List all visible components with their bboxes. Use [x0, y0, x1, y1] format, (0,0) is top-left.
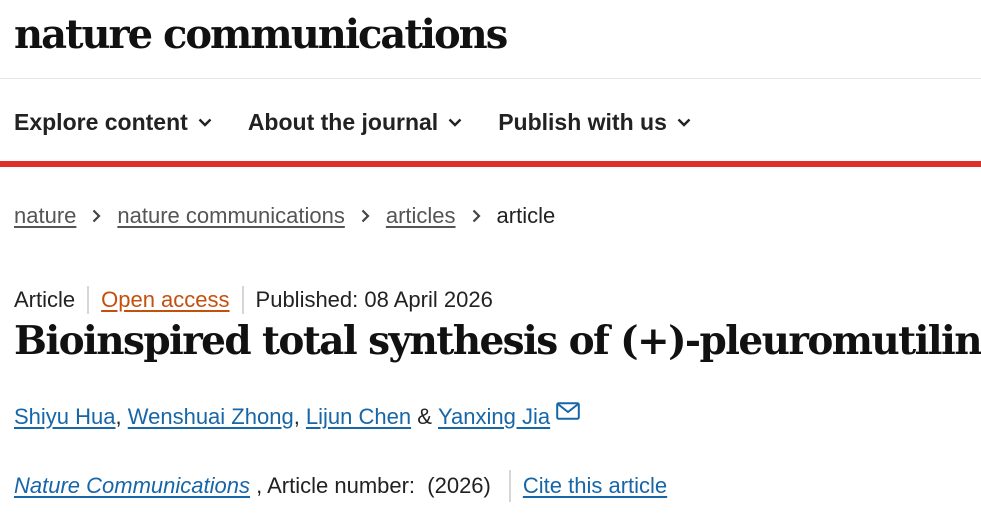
nav-explore-content-label: Explore content — [14, 108, 188, 135]
article-title: Bioinspired total synthesis of (+)-pleur… — [14, 318, 981, 364]
author-separator: , — [293, 404, 306, 429]
author-separator: & — [411, 404, 439, 429]
open-access-link[interactable]: Open access — [89, 286, 244, 314]
chevron-right-icon — [472, 209, 481, 223]
mail-icon[interactable] — [556, 402, 580, 420]
chevron-down-icon — [448, 118, 462, 127]
article-number: , Article number: (2026) — [249, 473, 491, 498]
chevron-down-icon — [198, 118, 212, 127]
chevron-right-icon — [361, 209, 370, 223]
published-date: Published: 08 April 2026 — [255, 287, 493, 312]
citation-divider — [508, 470, 511, 502]
nav-publish-with-us[interactable]: Publish with us — [498, 109, 691, 136]
nav-publish-with-us-label: Publish with us — [498, 108, 667, 135]
author-list: Shiyu Hua , Wenshuai Zhong , Lijun Chen … — [14, 400, 580, 434]
nav-about-the-journal-label: About the journal — [247, 108, 439, 135]
journal-link[interactable]: Nature Communications — [14, 473, 250, 499]
breadcrumb-link-articles[interactable]: articles — [386, 203, 456, 229]
breadcrumb: nature nature communications articles ar… — [14, 199, 555, 233]
article-meta: Article Open access Published: 08 April … — [14, 283, 493, 317]
site-logo[interactable]: nature communications — [14, 10, 508, 60]
header-divider — [0, 78, 981, 79]
breadcrumb-link-nature[interactable]: nature — [14, 203, 76, 229]
author-link[interactable]: Wenshuai Zhong — [128, 404, 294, 430]
article-type: Article — [14, 286, 90, 314]
author-separator: , — [115, 404, 128, 429]
cite-this-article-link[interactable]: Cite this article — [523, 473, 667, 499]
chevron-right-icon — [92, 209, 101, 223]
main-nav: Explore content About the journal Publis… — [14, 104, 727, 140]
breadcrumb-current: article — [496, 203, 556, 228]
chevron-down-icon — [677, 118, 691, 127]
nav-about-the-journal[interactable]: About the journal — [248, 109, 462, 136]
accent-bar — [0, 161, 981, 167]
author-link[interactable]: Lijun Chen — [306, 404, 411, 430]
citation-line: Nature Communications , Article number: … — [14, 469, 667, 503]
breadcrumb-link-nature-communications[interactable]: nature communications — [117, 203, 344, 229]
nav-explore-content[interactable]: Explore content — [14, 109, 212, 136]
author-link[interactable]: Shiyu Hua — [14, 404, 116, 430]
author-link[interactable]: Yanxing Jia — [438, 404, 550, 430]
